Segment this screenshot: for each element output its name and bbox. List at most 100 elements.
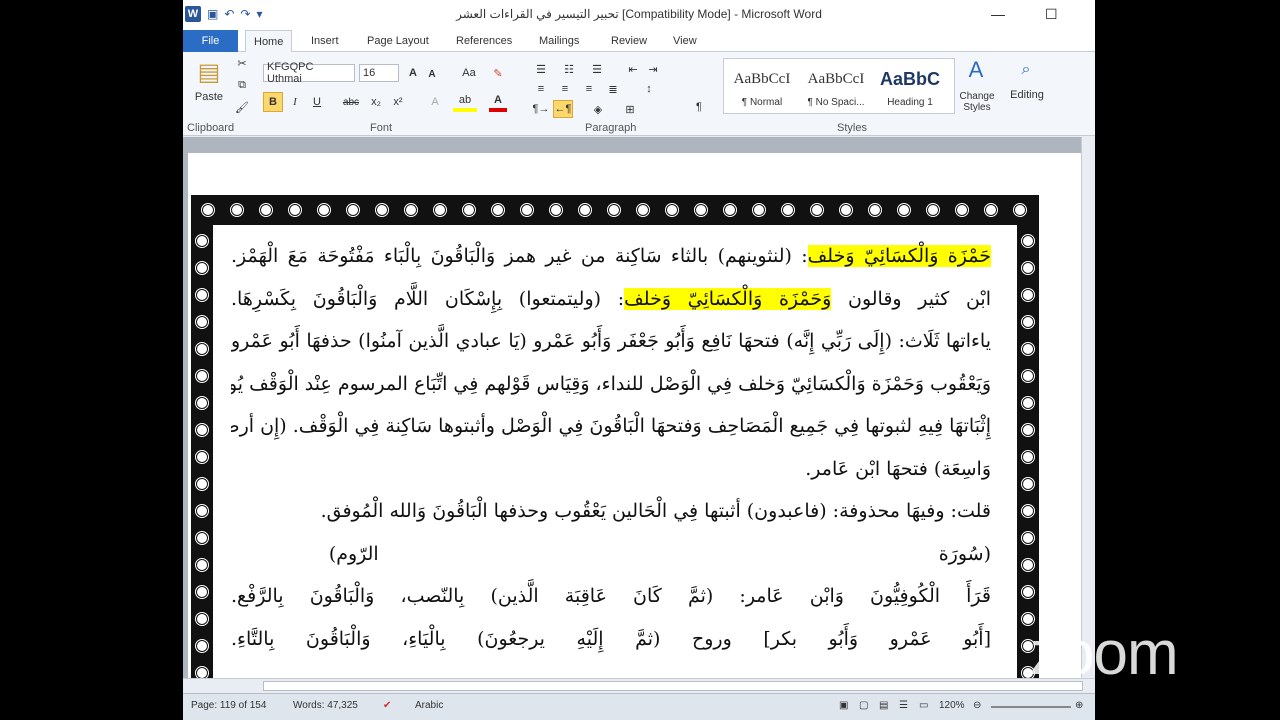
line-2-rest: : (وليتمتعوا) بِإِسْكَان اللَّام وَالْبَ… [231, 287, 625, 310]
style-no-spacing-sample[interactable]: AaBbCcI [800, 67, 872, 91]
border-flower-icon [490, 202, 506, 218]
border-flower-icon [194, 557, 210, 573]
bullets-icon[interactable]: ☰ [531, 60, 551, 78]
border-flower-icon [1020, 233, 1036, 249]
tab-mailings[interactable]: Mailings [531, 30, 587, 52]
underline-button[interactable]: U [307, 92, 327, 112]
border-flower-icon [194, 503, 210, 519]
border-flower-icon [635, 202, 651, 218]
align-left-icon[interactable]: ≡ [531, 80, 551, 98]
horizontal-scrollbar[interactable] [183, 678, 1095, 693]
border-flower-icon [548, 202, 564, 218]
print-layout-icon[interactable]: ▣ [839, 700, 848, 711]
align-right-icon[interactable]: ≡ [579, 80, 599, 98]
draft-icon[interactable]: ▭ [919, 700, 928, 711]
tab-review[interactable]: Review [603, 30, 655, 52]
border-flower-icon [345, 202, 361, 218]
document-page[interactable]: حَمْزَة وَالْكسَائِيّ وَخلف: (لنثوينهم) … [188, 153, 1081, 708]
tab-view[interactable]: View [665, 30, 705, 52]
border-flower-icon [1020, 287, 1036, 303]
grow-font-icon[interactable]: A [405, 64, 421, 82]
zoom-slider[interactable] [991, 706, 1071, 708]
strikethrough-button[interactable]: abc [339, 92, 363, 112]
border-flower-icon [287, 202, 303, 218]
outline-icon[interactable]: ☰ [899, 700, 908, 711]
text-line-1: حَمْزَة وَالْكسَائِيّ وَخلف: (لنثوينهم) … [231, 235, 991, 278]
zoom-out-icon[interactable]: ⊖ [973, 700, 981, 711]
change-case-icon[interactable]: Aa [457, 64, 481, 82]
tab-file[interactable]: File [183, 30, 238, 52]
line-spacing-icon[interactable]: ↕ [639, 80, 659, 98]
change-styles-button[interactable]: Change Styles [955, 90, 999, 114]
shading-icon[interactable]: ◈ [587, 100, 609, 118]
maximize-icon[interactable]: ☐ [1045, 6, 1058, 23]
border-flower-icon [1020, 395, 1036, 411]
border-flower-icon [374, 202, 390, 218]
zoom-level[interactable]: 120% [939, 700, 965, 711]
style-heading-1-sample[interactable]: AaBbC [874, 67, 946, 91]
format-painter-icon[interactable]: 🖌 [235, 100, 249, 114]
word-count[interactable]: Words: 47,325 [293, 700, 358, 711]
proofing-icon[interactable]: ✔ [383, 700, 391, 711]
copy-icon[interactable]: ⧉ [235, 78, 249, 92]
tab-page-layout[interactable]: Page Layout [359, 30, 437, 52]
border-flower-icon [194, 530, 210, 546]
page-count[interactable]: Page: 119 of 154 [191, 700, 266, 711]
font-color-icon[interactable]: A [489, 92, 507, 112]
styles-gallery: AaBbCcI ¶ Normal AaBbCcI ¶ No Spaci... A… [723, 58, 955, 114]
minimize-icon[interactable]: — [991, 6, 1005, 22]
border-flower-icon [519, 202, 535, 218]
superscript-button[interactable]: x² [389, 92, 407, 112]
border-flower-icon [1020, 476, 1036, 492]
border-flower-icon [194, 476, 210, 492]
tab-insert[interactable]: Insert [303, 30, 347, 52]
editing-icon[interactable]: ⌕ [1013, 58, 1039, 82]
increase-indent-icon[interactable]: ⇥ [643, 60, 663, 78]
font-name-box[interactable]: KFGQPC Uthmai [263, 61, 355, 85]
horizontal-scroll-thumb[interactable] [263, 681, 1083, 691]
style-normal-sample[interactable]: AaBbCcI [726, 67, 798, 91]
text-line-10: [أَبُو عَمْرو وَأَبُو بكر] وروح (ثمَّ إِ… [231, 627, 991, 650]
tab-references[interactable]: References [448, 30, 520, 52]
document-text[interactable]: حَمْزَة وَالْكسَائِيّ وَخلف: (لنثوينهم) … [231, 235, 991, 660]
editing-button[interactable]: Editing [1005, 88, 1049, 102]
language-indicator[interactable]: Arabic [415, 700, 443, 711]
zoom-in-icon[interactable]: ⊕ [1075, 700, 1083, 711]
rtl-icon[interactable]: ←¶ [553, 100, 573, 118]
decrease-indent-icon[interactable]: ⇤ [623, 60, 643, 78]
border-flower-icon [316, 202, 332, 218]
borders-icon[interactable]: ⊞ [619, 100, 641, 118]
subscript-button[interactable]: x₂ [367, 92, 385, 112]
font-size-box[interactable]: 16 [359, 64, 399, 82]
show-formatting-icon[interactable]: ¶ [691, 98, 707, 116]
shrink-font-icon[interactable]: A [425, 66, 439, 82]
border-flower-icon [1020, 557, 1036, 573]
bold-button[interactable]: B [263, 92, 283, 112]
italic-button[interactable]: I [287, 92, 303, 112]
border-flower-icon [896, 202, 912, 218]
vertical-scrollbar[interactable] [1081, 137, 1095, 678]
change-styles-icon[interactable]: A [961, 56, 991, 84]
border-flower-icon [432, 202, 448, 218]
paste-icon[interactable]: ▤ [195, 56, 223, 88]
paste-button[interactable]: Paste [191, 90, 227, 104]
border-flower-icon [1020, 341, 1036, 357]
justify-icon[interactable]: ≣ [603, 80, 623, 98]
text-effects-icon[interactable]: A [423, 92, 447, 112]
ltr-icon[interactable]: ¶→ [531, 100, 551, 118]
highlighted-text-1: حَمْزَة وَالْكسَائِيّ وَخلف [807, 245, 991, 267]
cut-icon[interactable]: ✂ [235, 56, 249, 70]
numbering-icon[interactable]: ☷ [559, 60, 579, 78]
clipboard-group-label: Clipboard [187, 122, 235, 134]
multilevel-list-icon[interactable]: ☰ [587, 60, 607, 78]
border-flower-icon [194, 395, 210, 411]
clear-formatting-icon[interactable]: ✎ [491, 64, 505, 82]
highlight-icon[interactable]: ab [453, 92, 477, 112]
word-window: W ▣ ↶ ↷ ▾ تحبير التيسير في القراءات العش… [183, 0, 1095, 720]
full-screen-icon[interactable]: ▢ [859, 700, 868, 711]
border-flower-icon [983, 202, 999, 218]
align-center-icon[interactable]: ≡ [555, 80, 575, 98]
web-layout-icon[interactable]: ▤ [879, 700, 888, 711]
border-flower-icon [1020, 368, 1036, 384]
tab-home[interactable]: Home [245, 30, 293, 52]
